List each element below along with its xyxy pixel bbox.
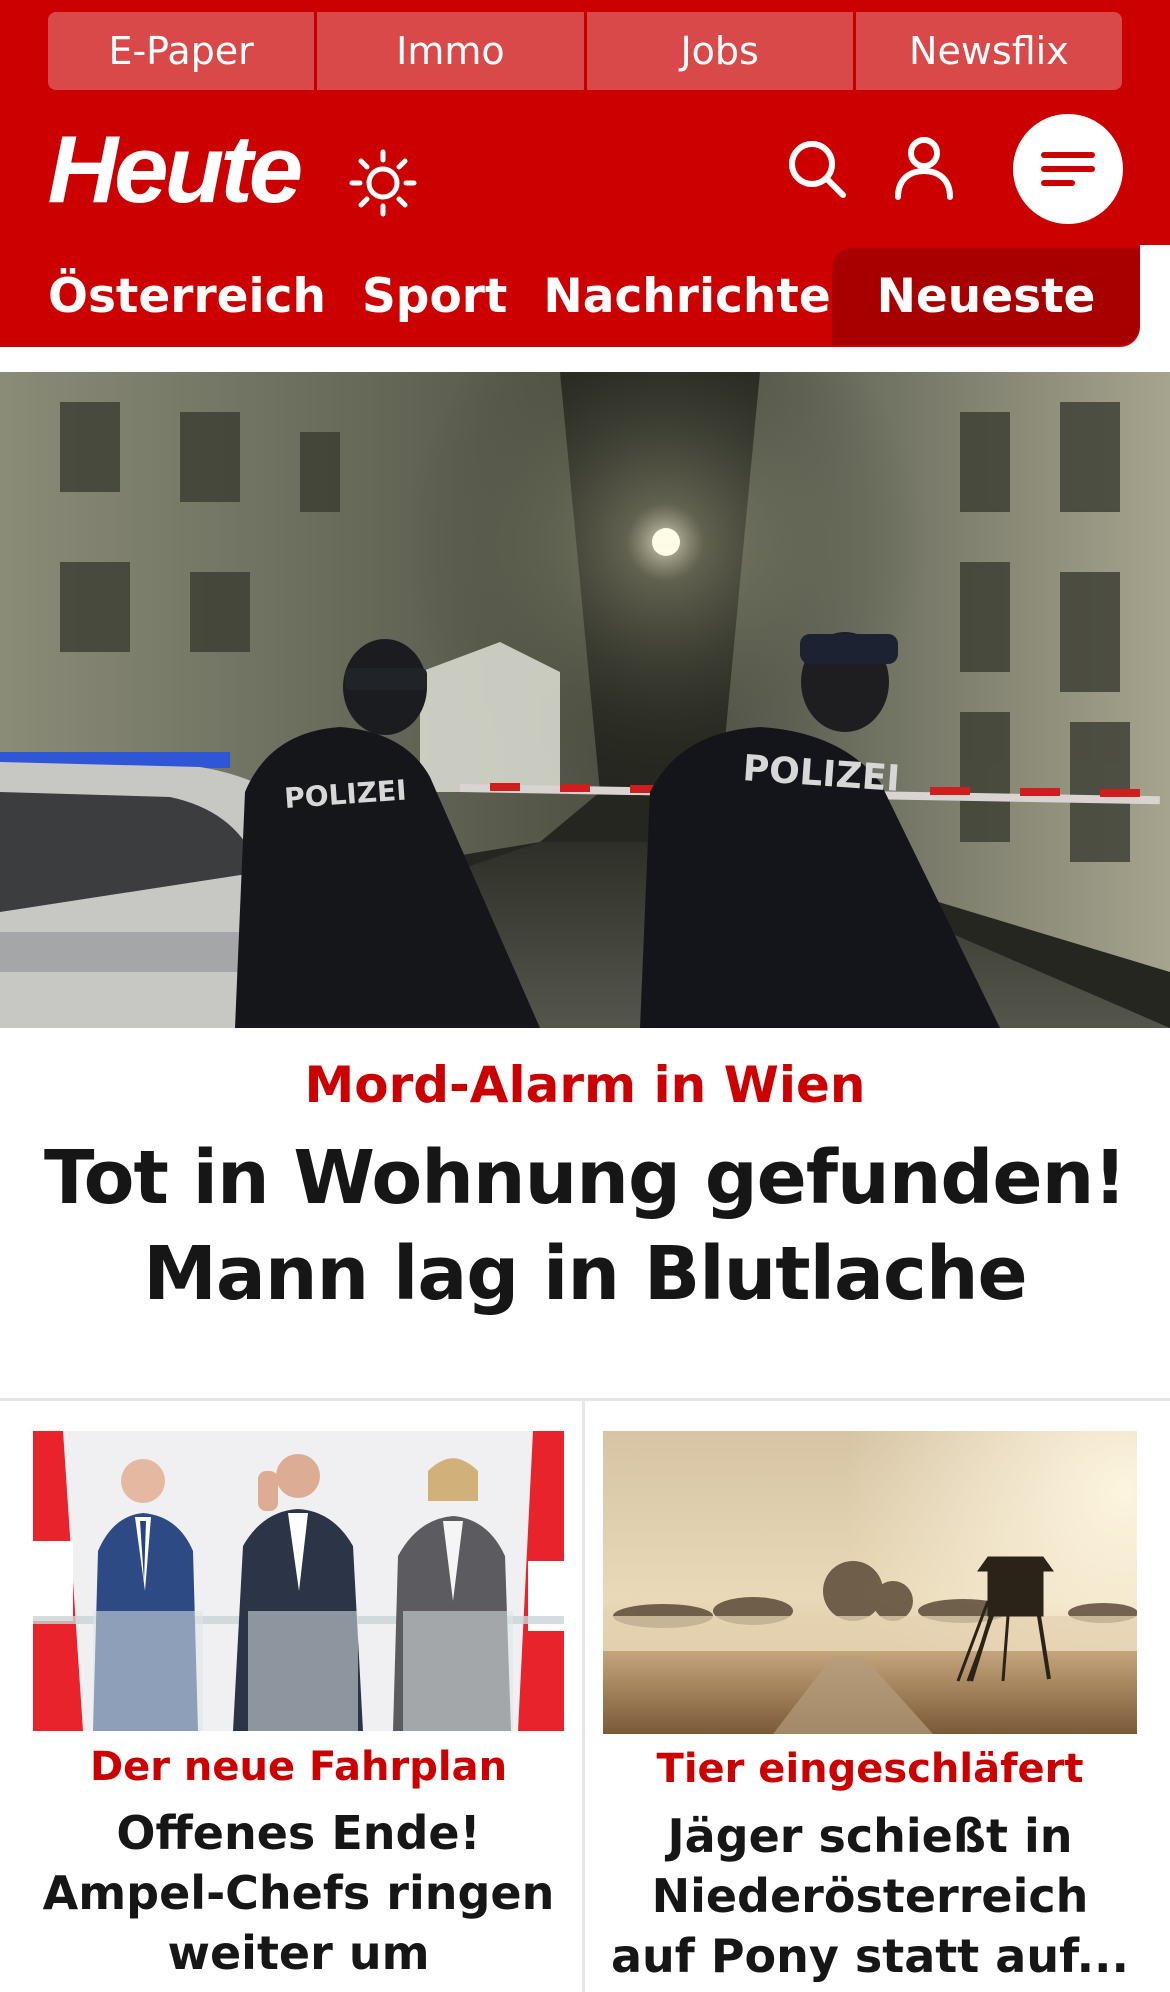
main-nav: Österreich Sport Nachrichten — [48, 262, 864, 332]
photo-foggy-field — [603, 1431, 1137, 1734]
nav-item-oesterreich[interactable]: Österreich — [48, 262, 326, 332]
card1-kicker[interactable]: Der neue Fahrplan — [33, 1744, 564, 1790]
menu-button[interactable] — [1013, 114, 1123, 224]
nav-item-neueste[interactable]: Neueste — [832, 248, 1140, 345]
search-icon[interactable] — [785, 137, 849, 201]
card-image-politics[interactable] — [33, 1431, 564, 1731]
quicklink-epaper[interactable]: E-Paper — [48, 12, 318, 90]
card2-title[interactable]: Jäger schießt in Niederösterreich auf Po… — [603, 1806, 1137, 1986]
nav-item-sport[interactable]: Sport — [362, 262, 507, 332]
divider-horizontal — [0, 1398, 1170, 1401]
hero-photo-police-scene: POLIZEI POLIZEI — [0, 372, 1170, 1028]
hero-image[interactable]: POLIZEI POLIZEI — [0, 372, 1170, 1028]
quicklink-immo[interactable]: Immo — [317, 12, 587, 90]
menu-icon — [1041, 152, 1095, 186]
site-logo[interactable]: Heute — [48, 122, 304, 218]
card2-kicker[interactable]: Tier eingeschläfert — [603, 1746, 1137, 1792]
site-header: E-Paper Immo Jobs Newsflix Heute Österre… — [0, 0, 1170, 348]
hero-title[interactable]: Tot in Wohnung gefunden! Mann lag in Blu… — [30, 1130, 1140, 1322]
quicklink-newsflix[interactable]: Newsflix — [855, 12, 1122, 90]
photo-press-conference — [33, 1431, 564, 1731]
quicklink-jobs[interactable]: Jobs — [586, 12, 856, 90]
sun-icon[interactable] — [348, 148, 418, 218]
user-icon[interactable] — [892, 135, 956, 201]
hero-kicker[interactable]: Mord-Alarm in Wien — [0, 1056, 1170, 1114]
nav-item-nachrichten[interactable]: Nachrichten — [543, 262, 864, 332]
quicklinks-bar: E-Paper Immo Jobs Newsflix — [48, 12, 1122, 90]
card-image-hunter[interactable] — [603, 1431, 1137, 1734]
divider-vertical — [582, 1400, 585, 1992]
card1-title[interactable]: Offenes Ende! Ampel-Chefs ringen weiter … — [33, 1803, 564, 1992]
